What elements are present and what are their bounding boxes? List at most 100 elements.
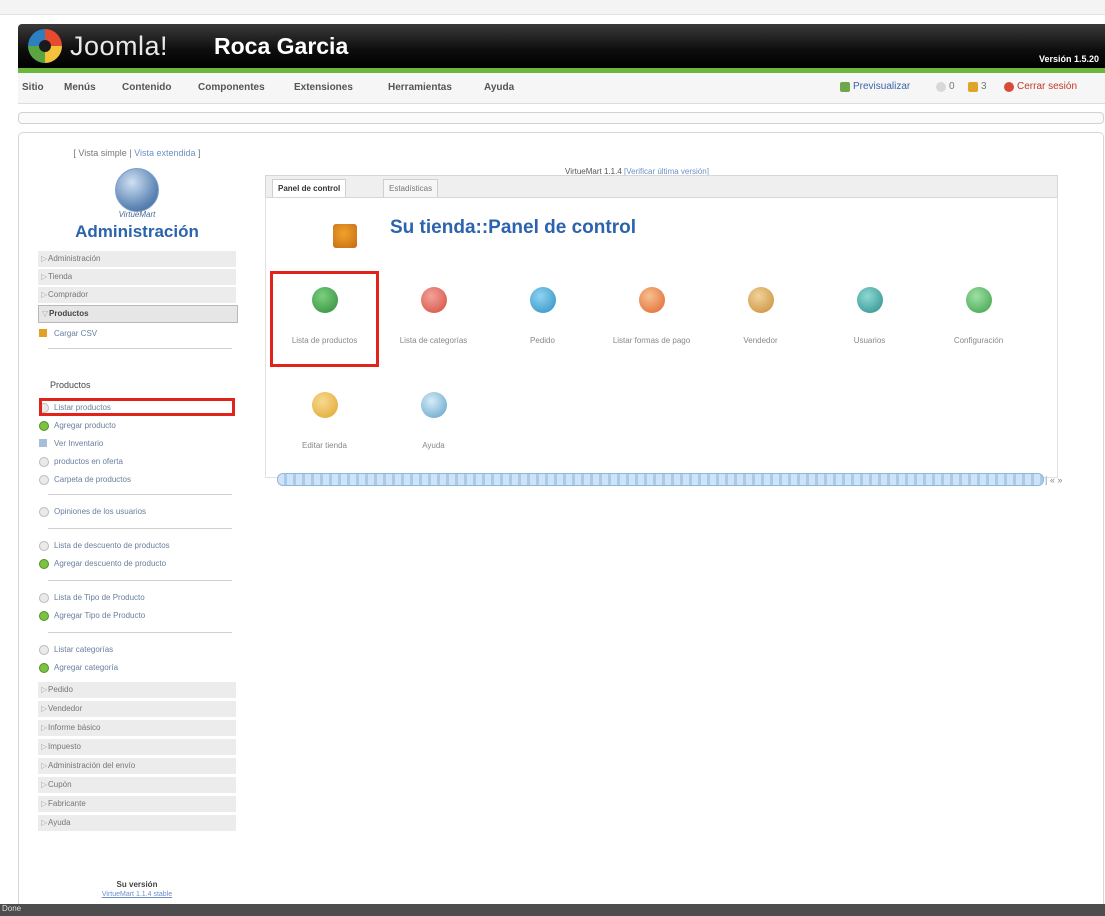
preview-link[interactable]: Previsualizar <box>840 81 910 92</box>
menu-content[interactable]: Contenido <box>122 82 171 93</box>
tab-panel-de-control[interactable]: Panel de control <box>272 179 347 197</box>
sidebar-link-agregar-categoria[interactable]: Agregar categoría <box>38 660 236 675</box>
tile-configuracion[interactable]: Configuración <box>926 273 1031 365</box>
users-icon <box>857 287 883 313</box>
section-cupon[interactable]: ▷ Cupón <box>38 777 236 794</box>
tile-ayuda[interactable]: Ayuda <box>381 378 486 470</box>
section-tienda[interactable]: ▷ Tienda <box>38 269 236 286</box>
toolbar-strip <box>18 112 1104 124</box>
tile-vendedor[interactable]: Vendedor <box>708 273 813 365</box>
scroll-pager[interactable]: | « » <box>1045 475 1062 485</box>
menu-extensions[interactable]: Extensiones <box>294 82 353 93</box>
chevron-right-icon: ▷ <box>41 780 48 789</box>
chevron-right-icon: ▷ <box>41 818 48 827</box>
menu-menus[interactable]: Menús <box>64 82 96 93</box>
section-administracion-envio[interactable]: ▷ Administración del envío <box>38 758 236 775</box>
view-extended-link[interactable]: Vista extendida <box>134 148 195 158</box>
chevron-right-icon: ▷ <box>41 254 48 263</box>
tile-label: Vendedor <box>743 336 778 345</box>
tile-lista-categorias[interactable]: Lista de categorías <box>381 273 486 365</box>
version-link[interactable]: VirtueMart 1.1.4 stable <box>38 891 236 898</box>
chevron-right-icon: ▷ <box>41 272 48 281</box>
list-icon <box>39 457 49 467</box>
sidebar-link-opiniones[interactable]: Opiniones de los usuarios <box>38 504 236 519</box>
tile-editar-tienda[interactable]: Editar tienda <box>272 378 377 470</box>
list-icon <box>39 507 49 517</box>
link-label: Ver Inventario <box>54 439 104 448</box>
users-online-value: 3 <box>981 81 987 92</box>
list-icon <box>39 645 49 655</box>
products-subheading: Productos <box>50 380 91 390</box>
sidebar-link-lista-tipo[interactable]: Lista de Tipo de Producto <box>38 590 236 605</box>
section-informe-basico[interactable]: ▷ Informe básico <box>38 720 236 737</box>
chevron-right-icon: ▷ <box>41 723 48 732</box>
menu-components[interactable]: Componentes <box>198 82 265 93</box>
section-pedido[interactable]: ▷ Pedido <box>38 682 236 699</box>
link-label: Opiniones de los usuarios <box>54 507 147 516</box>
csv-icon <box>39 329 47 337</box>
sidebar-link-listar-categorias[interactable]: Listar categorías <box>38 642 236 657</box>
sidebar-link-agregar-producto[interactable]: Agregar producto <box>38 418 236 433</box>
tile-label: Pedido <box>530 336 555 345</box>
section-label: Pedido <box>48 685 73 694</box>
users-online[interactable]: 3 <box>968 81 987 92</box>
messages-value: 0 <box>949 81 955 92</box>
sidebar-title: Administración <box>75 222 199 241</box>
main-menu: Sitio Menús Contenido Componentes Extens… <box>18 73 1105 104</box>
tile-label: Usuarios <box>853 336 886 345</box>
tile-usuarios[interactable]: Usuarios <box>817 273 922 365</box>
tab-bar: Panel de control Estadísticas <box>265 175 1058 198</box>
section-productos[interactable]: ▽ Productos <box>38 305 238 323</box>
logout-icon <box>1004 81 1014 92</box>
sidebar-link-carpeta-productos[interactable]: Carpeta de productos <box>38 472 236 487</box>
section-label: Administración <box>48 254 101 263</box>
menu-help[interactable]: Ayuda <box>484 82 514 93</box>
categories-icon <box>421 287 447 313</box>
view-close-bracket: ] <box>198 148 201 158</box>
messages-icon <box>936 81 946 92</box>
separator <box>48 348 232 349</box>
joomla-version: Versión 1.5.20 <box>1038 54 1099 64</box>
sidebar-link-agregar-tipo[interactable]: Agregar Tipo de Producto <box>38 608 236 623</box>
section-ayuda[interactable]: ▷ Ayuda <box>38 815 236 832</box>
section-fabricante[interactable]: ▷ Fabricante <box>38 796 236 813</box>
vendor-icon <box>748 287 774 313</box>
section-label: Vendedor <box>48 704 83 713</box>
view-simple-label: [ Vista simple | <box>73 148 132 158</box>
section-administracion[interactable]: ▷ Administración <box>38 251 236 268</box>
virtuemart-sidebar: [ Vista simple | Vista extendida ] Virtu… <box>38 142 238 902</box>
edit-store-icon <box>312 392 338 418</box>
add-icon <box>39 559 49 569</box>
separator <box>48 580 232 581</box>
sidebar-link-ver-inventario[interactable]: Ver Inventario <box>38 436 236 451</box>
section-impuesto[interactable]: ▷ Impuesto <box>38 739 236 756</box>
joomla-brand: Joomla! <box>70 31 169 61</box>
menu-site[interactable]: Sitio <box>22 82 44 93</box>
sidebar-link-productos-oferta[interactable]: productos en oferta <box>38 454 236 469</box>
add-icon <box>39 663 49 673</box>
separator <box>48 494 232 495</box>
tile-pedido[interactable]: Pedido <box>490 273 595 365</box>
link-label: Agregar producto <box>54 421 116 430</box>
configuration-icon <box>966 287 992 313</box>
horizontal-scrollbar[interactable] <box>277 473 1044 486</box>
admin-header: Joomla! Roca Garcia Versión 1.5.20 <box>18 24 1105 73</box>
sidebar-link-cargar-csv[interactable]: Cargar CSV <box>38 326 236 341</box>
tile-label: Listar formas de pago <box>612 336 691 345</box>
link-label: Carpeta de productos <box>54 475 131 484</box>
version-label: Su versión <box>116 880 158 889</box>
section-vendedor[interactable]: ▷ Vendedor <box>38 701 236 718</box>
tile-formas-de-pago[interactable]: Listar formas de pago <box>599 273 704 365</box>
sidebar-link-agregar-descuento[interactable]: Agregar descuento de producto <box>38 556 236 571</box>
sidebar-link-lista-descuento[interactable]: Lista de descuento de productos <box>38 538 236 553</box>
chevron-right-icon: ▷ <box>41 290 48 299</box>
link-label: Lista de descuento de productos <box>54 541 170 550</box>
inventory-icon <box>39 439 47 447</box>
section-comprador[interactable]: ▷ Comprador <box>38 287 236 304</box>
tab-estadisticas[interactable]: Estadísticas <box>383 179 439 197</box>
menu-tools[interactable]: Herramientas <box>388 82 452 93</box>
section-label: Productos <box>49 309 89 318</box>
messages-count[interactable]: 0 <box>936 81 955 92</box>
logout-link[interactable]: Cerrar sesión <box>1004 81 1077 92</box>
section-label: Administración del envío <box>48 761 136 770</box>
